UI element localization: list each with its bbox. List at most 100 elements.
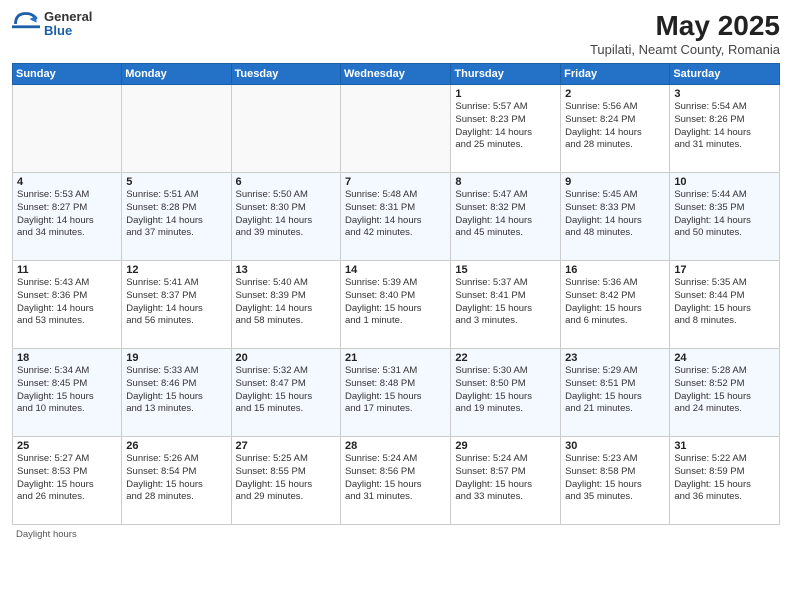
calendar-cell: 1Sunrise: 5:57 AM Sunset: 8:23 PM Daylig… [451, 85, 561, 173]
calendar: SundayMondayTuesdayWednesdayThursdayFrid… [12, 63, 780, 525]
day-number: 9 [565, 176, 665, 188]
calendar-cell: 10Sunrise: 5:44 AM Sunset: 8:35 PM Dayli… [670, 173, 780, 261]
calendar-week-4: 18Sunrise: 5:34 AM Sunset: 8:45 PM Dayli… [13, 349, 780, 437]
calendar-cell: 28Sunrise: 5:24 AM Sunset: 8:56 PM Dayli… [340, 437, 450, 525]
calendar-week-5: 25Sunrise: 5:27 AM Sunset: 8:53 PM Dayli… [13, 437, 780, 525]
day-number: 10 [674, 176, 775, 188]
calendar-week-3: 11Sunrise: 5:43 AM Sunset: 8:36 PM Dayli… [13, 261, 780, 349]
calendar-cell: 14Sunrise: 5:39 AM Sunset: 8:40 PM Dayli… [340, 261, 450, 349]
day-number: 31 [674, 440, 775, 452]
calendar-week-1: 1Sunrise: 5:57 AM Sunset: 8:23 PM Daylig… [13, 85, 780, 173]
calendar-cell: 30Sunrise: 5:23 AM Sunset: 8:58 PM Dayli… [561, 437, 670, 525]
day-number: 21 [345, 352, 446, 364]
day-number: 13 [236, 264, 336, 276]
calendar-cell: 4Sunrise: 5:53 AM Sunset: 8:27 PM Daylig… [13, 173, 122, 261]
day-number: 30 [565, 440, 665, 452]
header: General Blue May 2025 Tupilati, Neamt Co… [12, 10, 780, 57]
day-info: Sunrise: 5:34 AM Sunset: 8:45 PM Dayligh… [17, 365, 117, 416]
day-number: 22 [455, 352, 556, 364]
day-info: Sunrise: 5:24 AM Sunset: 8:56 PM Dayligh… [345, 453, 446, 504]
day-number: 25 [17, 440, 117, 452]
logo-general-text: General [44, 10, 92, 24]
day-number: 19 [126, 352, 226, 364]
calendar-cell [13, 85, 122, 173]
calendar-cell [340, 85, 450, 173]
day-number: 20 [236, 352, 336, 364]
day-number: 12 [126, 264, 226, 276]
day-info: Sunrise: 5:27 AM Sunset: 8:53 PM Dayligh… [17, 453, 117, 504]
day-info: Sunrise: 5:26 AM Sunset: 8:54 PM Dayligh… [126, 453, 226, 504]
calendar-cell: 11Sunrise: 5:43 AM Sunset: 8:36 PM Dayli… [13, 261, 122, 349]
col-header-friday: Friday [561, 64, 670, 85]
day-info: Sunrise: 5:30 AM Sunset: 8:50 PM Dayligh… [455, 365, 556, 416]
day-number: 29 [455, 440, 556, 452]
day-info: Sunrise: 5:36 AM Sunset: 8:42 PM Dayligh… [565, 277, 665, 328]
day-info: Sunrise: 5:24 AM Sunset: 8:57 PM Dayligh… [455, 453, 556, 504]
day-info: Sunrise: 5:56 AM Sunset: 8:24 PM Dayligh… [565, 101, 665, 152]
calendar-cell: 6Sunrise: 5:50 AM Sunset: 8:30 PM Daylig… [231, 173, 340, 261]
calendar-cell: 27Sunrise: 5:25 AM Sunset: 8:55 PM Dayli… [231, 437, 340, 525]
calendar-cell: 24Sunrise: 5:28 AM Sunset: 8:52 PM Dayli… [670, 349, 780, 437]
calendar-header-row: SundayMondayTuesdayWednesdayThursdayFrid… [13, 64, 780, 85]
day-number: 2 [565, 88, 665, 100]
location: Tupilati, Neamt County, Romania [590, 42, 780, 57]
calendar-cell: 13Sunrise: 5:40 AM Sunset: 8:39 PM Dayli… [231, 261, 340, 349]
calendar-cell: 19Sunrise: 5:33 AM Sunset: 8:46 PM Dayli… [122, 349, 231, 437]
day-info: Sunrise: 5:33 AM Sunset: 8:46 PM Dayligh… [126, 365, 226, 416]
month-title: May 2025 [590, 10, 780, 42]
calendar-cell: 7Sunrise: 5:48 AM Sunset: 8:31 PM Daylig… [340, 173, 450, 261]
daylight-label: Daylight hours [16, 529, 77, 540]
day-number: 3 [674, 88, 775, 100]
day-info: Sunrise: 5:47 AM Sunset: 8:32 PM Dayligh… [455, 189, 556, 240]
day-number: 11 [17, 264, 117, 276]
day-number: 27 [236, 440, 336, 452]
calendar-cell: 5Sunrise: 5:51 AM Sunset: 8:28 PM Daylig… [122, 173, 231, 261]
calendar-cell: 22Sunrise: 5:30 AM Sunset: 8:50 PM Dayli… [451, 349, 561, 437]
logo: General Blue [12, 10, 92, 39]
calendar-cell: 25Sunrise: 5:27 AM Sunset: 8:53 PM Dayli… [13, 437, 122, 525]
day-info: Sunrise: 5:57 AM Sunset: 8:23 PM Dayligh… [455, 101, 556, 152]
day-info: Sunrise: 5:50 AM Sunset: 8:30 PM Dayligh… [236, 189, 336, 240]
day-info: Sunrise: 5:28 AM Sunset: 8:52 PM Dayligh… [674, 365, 775, 416]
calendar-week-2: 4Sunrise: 5:53 AM Sunset: 8:27 PM Daylig… [13, 173, 780, 261]
day-info: Sunrise: 5:51 AM Sunset: 8:28 PM Dayligh… [126, 189, 226, 240]
day-number: 1 [455, 88, 556, 100]
day-number: 16 [565, 264, 665, 276]
calendar-cell: 3Sunrise: 5:54 AM Sunset: 8:26 PM Daylig… [670, 85, 780, 173]
calendar-cell: 15Sunrise: 5:37 AM Sunset: 8:41 PM Dayli… [451, 261, 561, 349]
calendar-cell: 2Sunrise: 5:56 AM Sunset: 8:24 PM Daylig… [561, 85, 670, 173]
calendar-cell: 23Sunrise: 5:29 AM Sunset: 8:51 PM Dayli… [561, 349, 670, 437]
day-number: 4 [17, 176, 117, 188]
day-number: 17 [674, 264, 775, 276]
day-number: 6 [236, 176, 336, 188]
calendar-cell: 16Sunrise: 5:36 AM Sunset: 8:42 PM Dayli… [561, 261, 670, 349]
calendar-cell: 18Sunrise: 5:34 AM Sunset: 8:45 PM Dayli… [13, 349, 122, 437]
calendar-cell: 9Sunrise: 5:45 AM Sunset: 8:33 PM Daylig… [561, 173, 670, 261]
day-number: 26 [126, 440, 226, 452]
day-info: Sunrise: 5:45 AM Sunset: 8:33 PM Dayligh… [565, 189, 665, 240]
day-info: Sunrise: 5:54 AM Sunset: 8:26 PM Dayligh… [674, 101, 775, 152]
day-number: 28 [345, 440, 446, 452]
col-header-sunday: Sunday [13, 64, 122, 85]
day-number: 24 [674, 352, 775, 364]
day-number: 7 [345, 176, 446, 188]
day-info: Sunrise: 5:37 AM Sunset: 8:41 PM Dayligh… [455, 277, 556, 328]
calendar-cell: 12Sunrise: 5:41 AM Sunset: 8:37 PM Dayli… [122, 261, 231, 349]
day-info: Sunrise: 5:43 AM Sunset: 8:36 PM Dayligh… [17, 277, 117, 328]
day-info: Sunrise: 5:32 AM Sunset: 8:47 PM Dayligh… [236, 365, 336, 416]
day-info: Sunrise: 5:53 AM Sunset: 8:27 PM Dayligh… [17, 189, 117, 240]
day-number: 15 [455, 264, 556, 276]
day-info: Sunrise: 5:40 AM Sunset: 8:39 PM Dayligh… [236, 277, 336, 328]
logo-icon [12, 10, 40, 38]
day-number: 23 [565, 352, 665, 364]
col-header-thursday: Thursday [451, 64, 561, 85]
calendar-cell: 26Sunrise: 5:26 AM Sunset: 8:54 PM Dayli… [122, 437, 231, 525]
day-number: 18 [17, 352, 117, 364]
day-info: Sunrise: 5:25 AM Sunset: 8:55 PM Dayligh… [236, 453, 336, 504]
calendar-cell [231, 85, 340, 173]
day-info: Sunrise: 5:39 AM Sunset: 8:40 PM Dayligh… [345, 277, 446, 328]
day-info: Sunrise: 5:44 AM Sunset: 8:35 PM Dayligh… [674, 189, 775, 240]
day-info: Sunrise: 5:22 AM Sunset: 8:59 PM Dayligh… [674, 453, 775, 504]
day-info: Sunrise: 5:35 AM Sunset: 8:44 PM Dayligh… [674, 277, 775, 328]
calendar-cell [122, 85, 231, 173]
